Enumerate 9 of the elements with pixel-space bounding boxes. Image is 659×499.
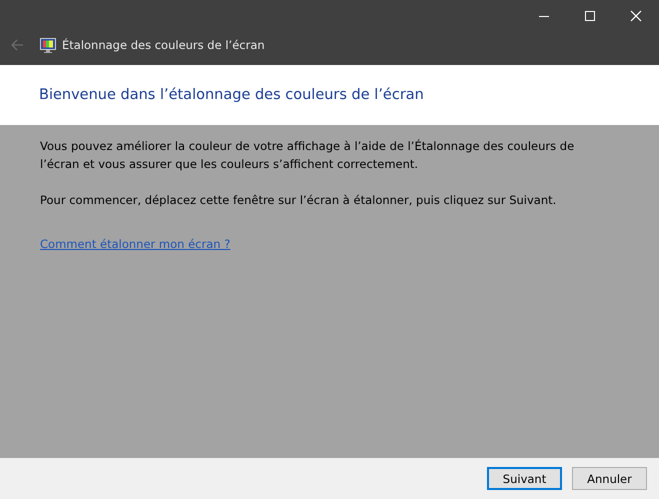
monitor-icon	[40, 38, 56, 52]
maximize-icon[interactable]	[584, 10, 596, 22]
window-title: Étalonnage des couleurs de l’écran	[62, 38, 265, 52]
paragraph: Vous pouvez améliorer la couleur de votre affichage à l’aide de l’Étalonnage des couleurs de l’écran et vous assurer que les couleurs s’affichent correctement.	[40, 138, 576, 173]
next-button[interactable]: Suivant	[487, 467, 562, 490]
cancel-button[interactable]: Annuler	[572, 467, 647, 490]
page-heading: Bienvenue dans l’étalonnage des couleurs de l’écran	[39, 87, 424, 103]
paragraph: Pour commencer, déplacez cette fenêtre sur l’écran à étalonner, puis cliquez sur Suivant.	[40, 192, 556, 209]
close-icon[interactable]	[630, 10, 642, 22]
